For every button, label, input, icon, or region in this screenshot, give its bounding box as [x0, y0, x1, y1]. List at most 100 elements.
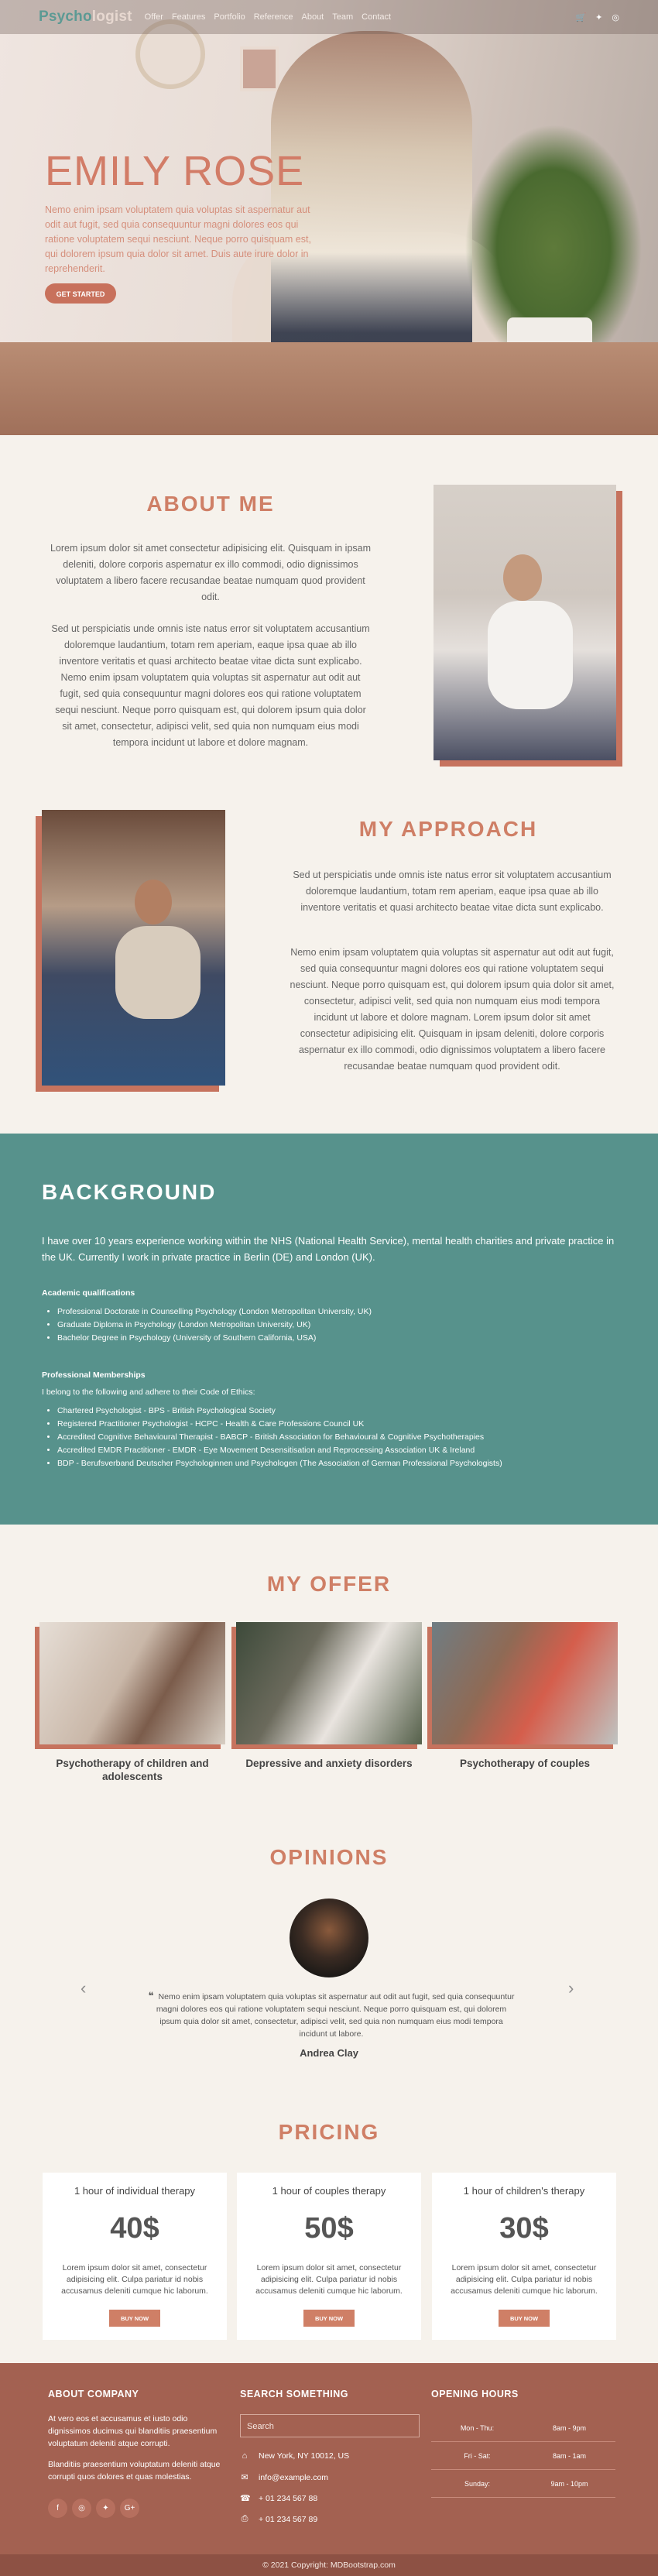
footer-about-title: ABOUT COMPANY	[48, 2389, 139, 2399]
brand-part-2: logist	[91, 9, 132, 25]
hero-floor	[0, 342, 658, 435]
brand-part-1: Psycho	[39, 9, 92, 25]
chevron-left-icon[interactable]: ‹	[81, 1978, 86, 1998]
phone-text: + 01 234 567 88	[259, 2493, 318, 2503]
about-paragraph-1: Lorem ipsum dolor sit amet consectetur a…	[50, 543, 372, 602]
offer-image-children	[39, 1622, 225, 1744]
nav-link-offer[interactable]: Offer	[145, 12, 163, 22]
memberships-intro: I belong to the following and adhere to …	[42, 1387, 255, 1397]
footer-about-text-2: Blanditiis praesentium voluptatum deleni…	[48, 2460, 221, 2482]
phone-text: + 01 234 567 89	[259, 2514, 318, 2524]
table-row: Mon - Thu: 8am - 9pm	[431, 2414, 615, 2442]
nav-link-portfolio[interactable]: Portfolio	[214, 12, 245, 22]
approach-photo-figure	[115, 926, 200, 1019]
nav-icons: 🛒 ✦ ◎	[575, 12, 619, 22]
list-item: Accredited Cognitive Behavioural Therapi…	[57, 1431, 630, 1444]
plan-price: 50$	[304, 2212, 354, 2245]
background-section: BACKGROUND I have over 10 years experien…	[0, 1134, 658, 1525]
offer-caption: Depressive and anxiety disorders	[245, 1758, 413, 1769]
price-card-children: 1 hour of children's therapy 30$ Lorem i…	[432, 2173, 616, 2340]
table-row: Fri - Sat: 8am - 1am	[431, 2442, 615, 2470]
pricing-title: PRICING	[278, 2120, 380, 2144]
twitter-icon[interactable]: ✦	[96, 2499, 115, 2518]
plan-name: 1 hour of individual therapy	[74, 2185, 196, 2197]
cart-icon[interactable]: 🛒	[575, 12, 586, 22]
about-photo	[434, 485, 616, 760]
plan-name: 1 hour of couples therapy	[272, 2185, 386, 2197]
list-item: Professional Doctorate in Counselling Ps…	[57, 1305, 630, 1319]
offer-image-couples	[432, 1622, 618, 1744]
academic-list: Professional Doctorate in Counselling Ps…	[42, 1305, 630, 1345]
copyright: © 2021 Copyright: MDBootstrap.com	[0, 2554, 658, 2576]
about-photo-face	[503, 554, 542, 601]
about-title: ABOUT ME	[146, 492, 275, 516]
chevron-right-icon[interactable]: ›	[568, 1978, 574, 1998]
nav-link-team[interactable]: Team	[332, 12, 353, 22]
dribbble-icon[interactable]: ◎	[72, 2499, 91, 2518]
nav-link-features[interactable]: Features	[172, 12, 205, 22]
twitter-icon[interactable]: ✦	[595, 12, 602, 22]
offer-card-children[interactable]: Psychotherapy of children and adolescent…	[39, 1622, 225, 1783]
nav-link-reference[interactable]: Reference	[254, 12, 293, 22]
instagram-icon[interactable]: ◎	[612, 12, 619, 22]
list-item: Chartered Psychologist - BPS - British P…	[57, 1405, 630, 1418]
hours-day: Mon - Thu:	[460, 2423, 495, 2432]
navbar: Psychologist Offer Features Portfolio Re…	[0, 0, 658, 34]
google-plus-icon[interactable]: G+	[120, 2499, 139, 2518]
offer-title: MY OFFER	[266, 1572, 392, 1596]
hero-wall-frame	[240, 46, 279, 91]
search-input[interactable]: Search	[240, 2414, 420, 2437]
offer-card-depression[interactable]: Depressive and anxiety disorders	[236, 1622, 422, 1770]
contact-phone-1: ☎ + 01 234 567 88	[240, 2493, 318, 2504]
nav-link-contact[interactable]: Contact	[362, 12, 391, 22]
offer-caption: Psychotherapy of couples	[459, 1758, 591, 1769]
plan-price: 40$	[110, 2212, 159, 2245]
footer-search-title: SEARCH SOMETHING	[240, 2389, 348, 2399]
footer-hours-title: OPENING HOURS	[431, 2389, 519, 2399]
list-item: Graduate Diploma in Psychology (London M…	[57, 1319, 630, 1332]
background-title: BACKGROUND	[42, 1180, 217, 1204]
plan-price: 30$	[499, 2212, 549, 2245]
social-links: f ◎ ✦ G+	[48, 2499, 139, 2518]
quote-icon: ❝	[148, 1990, 154, 2001]
plan-name: 1 hour of children's therapy	[463, 2185, 585, 2197]
address-text: New York, NY 10012, US	[259, 2451, 350, 2461]
contact-phone-2: ⎙ + 01 234 567 89	[240, 2514, 318, 2524]
approach-paragraph-2: Nemo enim ipsam voluptatem quia voluptas…	[290, 947, 615, 1072]
about-photo-figure	[488, 601, 573, 709]
memberships-heading: Professional Memberships	[42, 1370, 146, 1380]
testimonial-text: Nemo enim ipsam voluptatem quia voluptas…	[156, 1992, 515, 2039]
nav-link-about[interactable]: About	[301, 12, 324, 22]
contact-email: ✉ info@example.com	[240, 2472, 329, 2483]
offer-image-depression	[236, 1622, 422, 1744]
approach-title: MY APPROACH	[358, 817, 538, 841]
hero-title: EMILY ROSE	[45, 148, 305, 194]
table-row: Sunday: 9am - 10pm	[431, 2470, 615, 2498]
academic-heading: Academic qualifications	[42, 1288, 135, 1298]
memberships-list: Chartered Psychologist - BPS - British P…	[42, 1405, 630, 1470]
buy-now-button[interactable]: BUY NOW	[499, 2310, 550, 2327]
plan-description: Lorem ipsum dolor sit amet, consectetur …	[61, 2263, 208, 2296]
hero-section: EMILY ROSE Nemo enim ipsam voluptatem qu…	[0, 0, 658, 435]
hours-time: 9am - 10pm	[550, 2479, 588, 2488]
testimonial-author: Andrea Clay	[300, 2047, 358, 2059]
hero-lead-text: Nemo enim ipsam voluptatem quia voluptas…	[45, 204, 311, 274]
facebook-icon[interactable]: f	[48, 2499, 67, 2518]
about-paragraph-2: Sed ut perspiciatis unde omnis iste natu…	[51, 623, 370, 748]
background-intro: I have over 10 years experience working …	[42, 1235, 615, 1263]
contact-address: ⌂ New York, NY 10012, US	[240, 2451, 349, 2461]
price-card-couples: 1 hour of couples therapy 50$ Lorem ipsu…	[237, 2173, 421, 2340]
buy-now-button[interactable]: BUY NOW	[303, 2310, 355, 2327]
approach-paragraph-1: Sed ut perspiciatis unde omnis iste natu…	[293, 870, 612, 913]
hours-day: Fri - Sat:	[464, 2451, 491, 2460]
buy-now-button[interactable]: BUY NOW	[109, 2310, 160, 2327]
get-started-button[interactable]: GET STARTED	[45, 283, 116, 304]
footer: ABOUT COMPANY At vero eos et accusamus e…	[0, 2363, 658, 2554]
approach-photo	[42, 810, 225, 1086]
testimonial-quote: ❝ Nemo enim ipsam voluptatem quia volupta…	[146, 1990, 517, 2040]
phone-icon: ☎	[240, 2494, 251, 2503]
email-text: info@example.com	[259, 2472, 329, 2482]
brand-logo[interactable]: Psychologist	[39, 9, 132, 26]
offer-card-couples[interactable]: Psychotherapy of couples	[432, 1622, 618, 1770]
list-item: Bachelor Degree in Psychology (Universit…	[57, 1332, 630, 1345]
